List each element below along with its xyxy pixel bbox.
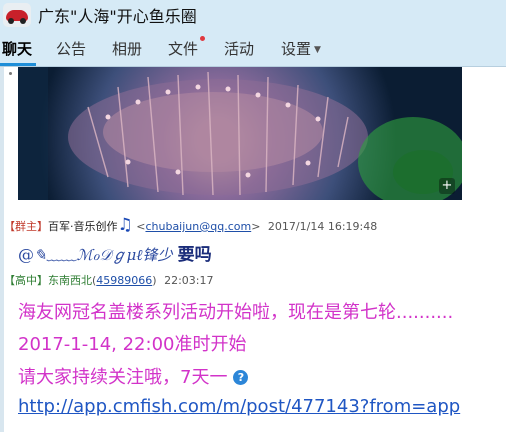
tab-bar: 聊天 公告 相册 文件 活动 设置 ▼ [0, 30, 506, 67]
tab-album[interactable]: 相册 [112, 38, 142, 59]
message-line-with-icon: 请大家持续关注哦，7天一? [18, 363, 249, 389]
coral-photo[interactable] [18, 67, 462, 200]
music-note-icon: ♫ [117, 215, 133, 235]
message-line: 请大家持续关注哦，7天一 [18, 367, 228, 388]
message-marker [9, 72, 12, 75]
tab-settings[interactable]: 设置 ▼ [281, 38, 321, 59]
tab-settings-label: 设置 [281, 40, 312, 58]
tab-activity[interactable]: 活动 [224, 38, 254, 59]
role-badge: 【高中】 [4, 274, 48, 287]
mention-nick[interactable]: ✎﹏﹏ℳℴ𝒟ℊμℓ锋少 [34, 246, 173, 264]
message-header-2: 【高中】东南西北(45989066) 22:03:17 [4, 272, 214, 288]
message-line: 2017-1-14, 22:00准时开始 [18, 334, 247, 355]
tab-chat[interactable]: 聊天 [2, 38, 32, 59]
message-text: 要吗 [177, 245, 212, 265]
message-time: 2017/1/14 16:19:48 [267, 220, 378, 233]
tab-announcement[interactable]: 公告 [56, 38, 86, 59]
tab-files[interactable]: 文件 [168, 38, 198, 59]
message-time: 22:03:17 [164, 274, 214, 287]
message-body-1: @✎﹏﹏ℳℴ𝒟ℊμℓ锋少 要吗 [18, 240, 212, 265]
window-title: 广东"人海"开心鱼乐圈 [38, 7, 197, 26]
active-tab-indicator [0, 63, 36, 66]
email-close-bracket: > [251, 220, 261, 233]
message-gutter [0, 67, 4, 432]
question-icon[interactable]: ? [233, 370, 249, 385]
car-avatar-icon[interactable] [3, 3, 31, 27]
message-link[interactable]: http://app.cmfish.com/m/post/477143?from… [18, 396, 460, 417]
notification-dot [200, 36, 205, 41]
message-header-1: 【群主】百军·音乐创作♫ <chubaijun@qq.com> 2017/1/1… [4, 215, 377, 235]
plus-icon[interactable]: + [439, 178, 455, 194]
title-bar: 广东"人海"开心鱼乐圈 [0, 0, 506, 30]
mention-at: @ [18, 245, 34, 264]
sender-email[interactable]: chubaijun@qq.com [145, 220, 251, 233]
sender-name[interactable]: 东南西北 [48, 274, 92, 287]
sender-name[interactable]: 百军·音乐创作 [48, 220, 118, 233]
role-badge: 【群主】 [4, 220, 48, 233]
chevron-down-icon: ▼ [314, 45, 321, 55]
qq-close-bracket: ) [152, 274, 157, 287]
message-line: 海友网冠名盖楼系列活动开始啦，现在是第七轮.......... [18, 302, 454, 323]
sender-qq[interactable]: 45989066 [96, 274, 152, 287]
